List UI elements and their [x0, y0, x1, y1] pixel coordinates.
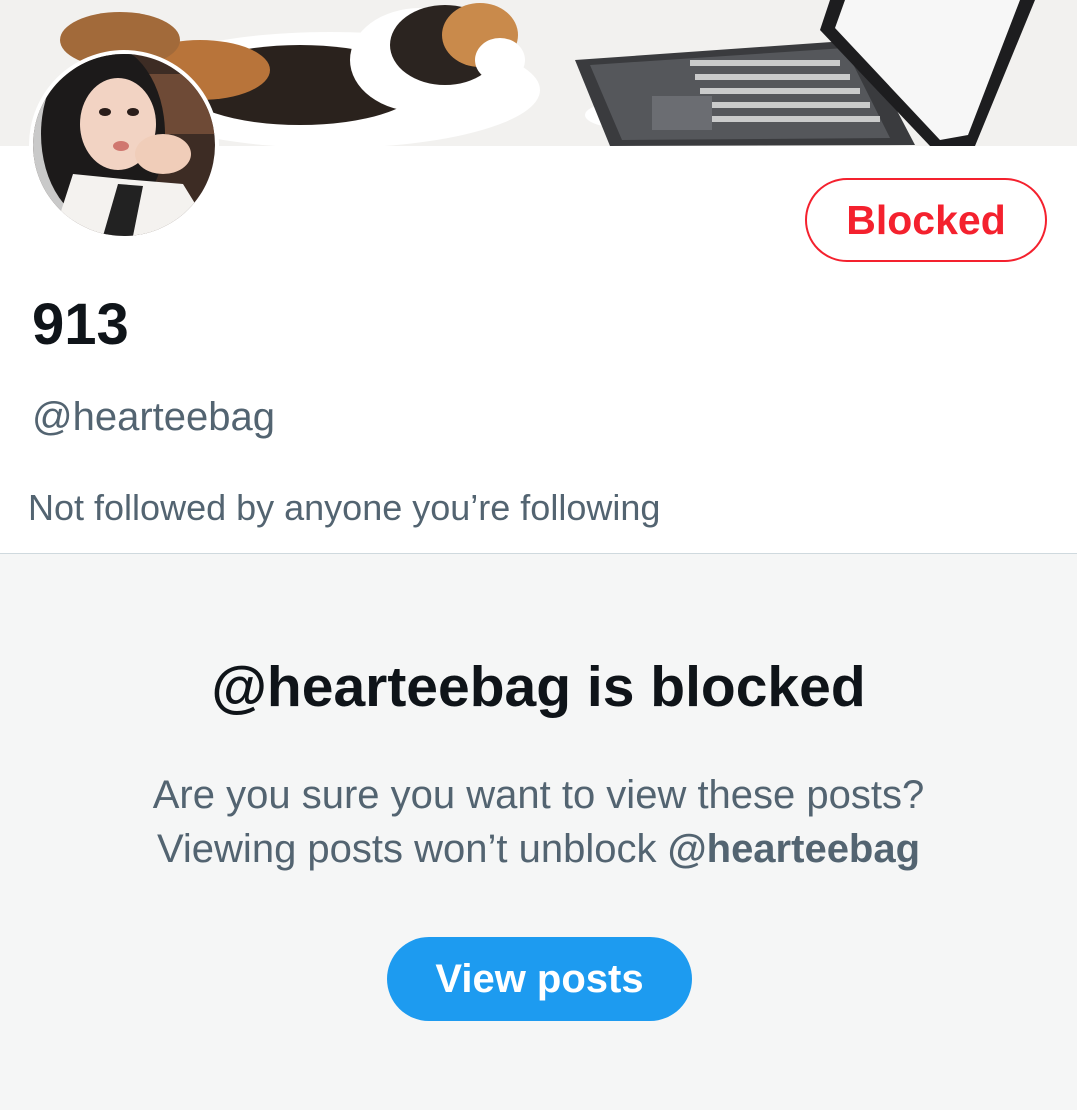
profile-page: Blocked 913 @hearteebag Not followed by …	[0, 0, 1077, 1110]
blocked-notice-message: Are you sure you want to view these post…	[0, 768, 1077, 876]
profile-avatar[interactable]	[29, 50, 219, 240]
profile-handle: @hearteebag	[32, 395, 276, 439]
blocked-notice-line2: Viewing posts won’t unblock @hearteebag	[0, 822, 1077, 876]
display-name: 913	[32, 292, 129, 357]
followers-you-know-text: Not followed by anyone you’re following	[28, 487, 661, 528]
blocked-notice-handle: @hearteebag	[667, 827, 921, 871]
blocked-notice-line2-text: Viewing posts won’t unblock	[156, 827, 668, 871]
view-posts-button[interactable]: View posts	[387, 937, 692, 1021]
blocked-notice-line1: Are you sure you want to view these post…	[152, 773, 925, 817]
blocked-notice-title: @hearteebag is blocked	[211, 655, 866, 719]
avatar-image	[33, 54, 215, 236]
blocked-button[interactable]: Blocked	[805, 178, 1047, 262]
